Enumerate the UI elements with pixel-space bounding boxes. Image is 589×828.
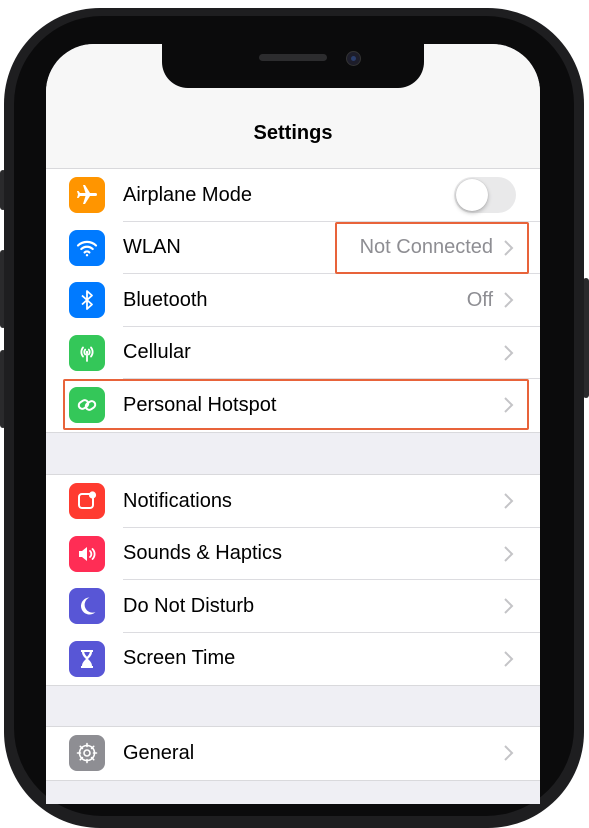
- row-bluetooth[interactable]: Bluetooth Off: [46, 274, 540, 327]
- row-label: Cellular: [123, 341, 191, 364]
- settings-group-general: General: [46, 726, 540, 781]
- row-airplane-mode[interactable]: Airplane Mode: [46, 169, 540, 222]
- row-label: Bluetooth: [123, 288, 208, 311]
- airplane-mode-toggle[interactable]: [454, 177, 516, 214]
- row-notifications[interactable]: Notifications: [46, 475, 540, 528]
- row-cellular[interactable]: Cellular: [46, 327, 540, 379]
- chevron-right-icon: [504, 493, 514, 509]
- bluetooth-status-value: Off: [466, 288, 493, 311]
- row-screen-time[interactable]: Screen Time: [46, 633, 540, 686]
- chevron-right-icon: [504, 546, 514, 562]
- front-camera: [346, 51, 361, 66]
- airplane-icon: [69, 177, 105, 214]
- hourglass-icon: [69, 640, 105, 677]
- moon-icon: [69, 588, 105, 625]
- chevron-right-icon: [504, 292, 514, 308]
- row-label: Do Not Disturb: [123, 594, 255, 617]
- highlight-wlan-status: [335, 222, 529, 274]
- notifications-icon: [69, 483, 105, 520]
- row-label: General: [123, 741, 195, 764]
- row-do-not-disturb[interactable]: Do Not Disturb: [46, 580, 540, 633]
- row-general[interactable]: General: [46, 727, 540, 780]
- toggle-knob: [456, 179, 488, 212]
- speaker-icon: [69, 535, 105, 572]
- row-label: WLAN: [123, 236, 181, 259]
- row-label: Notifications: [123, 489, 232, 512]
- highlight-personal-hotspot: [63, 379, 529, 430]
- row-sounds-haptics[interactable]: Sounds & Haptics: [46, 528, 540, 580]
- chevron-right-icon: [504, 651, 514, 667]
- bluetooth-icon: [69, 282, 105, 319]
- row-label: Airplane Mode: [123, 183, 252, 206]
- row-label: Sounds & Haptics: [123, 542, 282, 565]
- cellular-antenna-icon: [69, 334, 105, 371]
- earpiece-speaker: [259, 54, 327, 61]
- settings-group-notifications: Notifications Sounds & Haptics Do Not Di…: [46, 474, 540, 686]
- row-label: Screen Time: [123, 647, 236, 670]
- chevron-right-icon: [504, 598, 514, 614]
- page-title: Settings: [253, 122, 333, 144]
- chevron-right-icon: [504, 345, 514, 361]
- gear-icon: [69, 735, 105, 772]
- notch: [162, 42, 424, 88]
- wifi-icon: [69, 229, 105, 266]
- chevron-right-icon: [504, 745, 514, 761]
